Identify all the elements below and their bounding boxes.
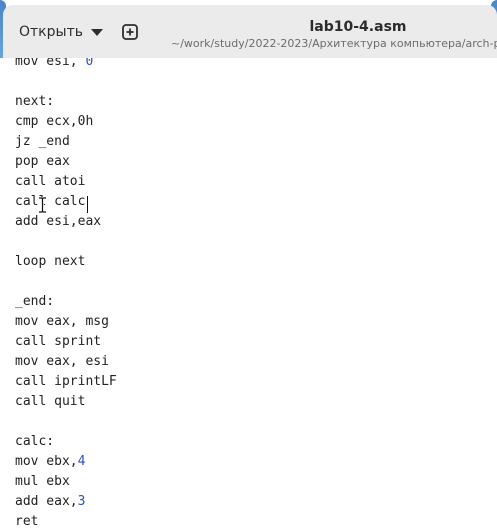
code-text: call calc bbox=[15, 194, 86, 209]
number-literal: 4 bbox=[77, 454, 86, 469]
open-button[interactable]: Открыть bbox=[11, 17, 111, 47]
number-literal: 3 bbox=[77, 494, 86, 509]
code-text: calc: bbox=[15, 434, 55, 449]
text-caret bbox=[87, 196, 88, 213]
code-line: next: bbox=[15, 92, 54, 112]
text-ibeam-cursor-icon bbox=[39, 197, 46, 213]
text-editor-window: Открыть lab10-4.asm ~/work/study/2022-20… bbox=[0, 0, 497, 529]
number-literal: 0 bbox=[85, 58, 94, 69]
code-line: pop eax bbox=[15, 152, 70, 172]
code-line: call quit bbox=[15, 392, 85, 412]
new-tab-button[interactable] bbox=[116, 19, 144, 45]
code-line: calc: bbox=[15, 432, 54, 452]
code-text: ret bbox=[15, 514, 39, 529]
code-text: add esi,eax bbox=[15, 214, 102, 229]
code-line: ret bbox=[15, 512, 38, 529]
code-line: mov ebx,4 bbox=[15, 452, 85, 472]
code-line: add esi,eax bbox=[15, 212, 101, 232]
code-line: jz _end bbox=[15, 132, 70, 152]
code-text: mov eax, msg bbox=[15, 314, 109, 329]
code-line: _end: bbox=[15, 292, 54, 312]
code-text: mul ebx bbox=[15, 474, 70, 489]
headerbar: Открыть lab10-4.asm ~/work/study/2022-20… bbox=[3, 5, 497, 59]
plus-in-square-icon bbox=[122, 24, 138, 40]
file-path: ~/work/study/2022-2023/Архитектура компь… bbox=[171, 37, 497, 50]
code-line: mul ebx bbox=[15, 472, 70, 492]
code-line: add eax,3 bbox=[15, 492, 85, 512]
code-text: call quit bbox=[15, 394, 86, 409]
code-line: cmp ecx,0h bbox=[15, 112, 93, 132]
code-line: call calc bbox=[15, 192, 85, 212]
code-text: call atoi bbox=[15, 174, 86, 189]
chevron-down-icon bbox=[90, 28, 103, 36]
code-text: call sprint bbox=[15, 334, 102, 349]
code-text: mov ebx, bbox=[15, 454, 78, 469]
window-title: lab10-4.asm ~/work/study/2022-2023/Архит… bbox=[163, 18, 497, 51]
code-line: call atoi bbox=[15, 172, 85, 192]
file-name: lab10-4.asm bbox=[309, 19, 407, 35]
code-text: _end: bbox=[15, 294, 55, 309]
code-text: next: bbox=[15, 94, 55, 109]
code-text: mov eax, esi bbox=[15, 354, 109, 369]
code-text: pop eax bbox=[15, 154, 70, 169]
code-text: mov esi, bbox=[15, 58, 86, 69]
code-line: mov eax, msg bbox=[15, 312, 109, 332]
code-editor[interactable]: mov esi, 0 next: cmp ecx,0h jz _endpop eax c… bbox=[0, 58, 497, 529]
code-line: mov eax, esi bbox=[15, 352, 109, 372]
code-text: loop next bbox=[15, 254, 86, 269]
code-line: loop next bbox=[15, 252, 85, 272]
code-text: call iprintLF bbox=[15, 374, 117, 389]
code-line: call sprint bbox=[15, 332, 101, 352]
open-button-label: Открыть bbox=[19, 24, 83, 40]
code-line: call iprintLF bbox=[15, 372, 117, 392]
code-text: add eax, bbox=[15, 494, 78, 509]
code-line: mov esi, 0 bbox=[15, 58, 93, 72]
code-text: jz _end bbox=[15, 134, 70, 149]
code-text: cmp ecx,0h bbox=[15, 114, 94, 129]
